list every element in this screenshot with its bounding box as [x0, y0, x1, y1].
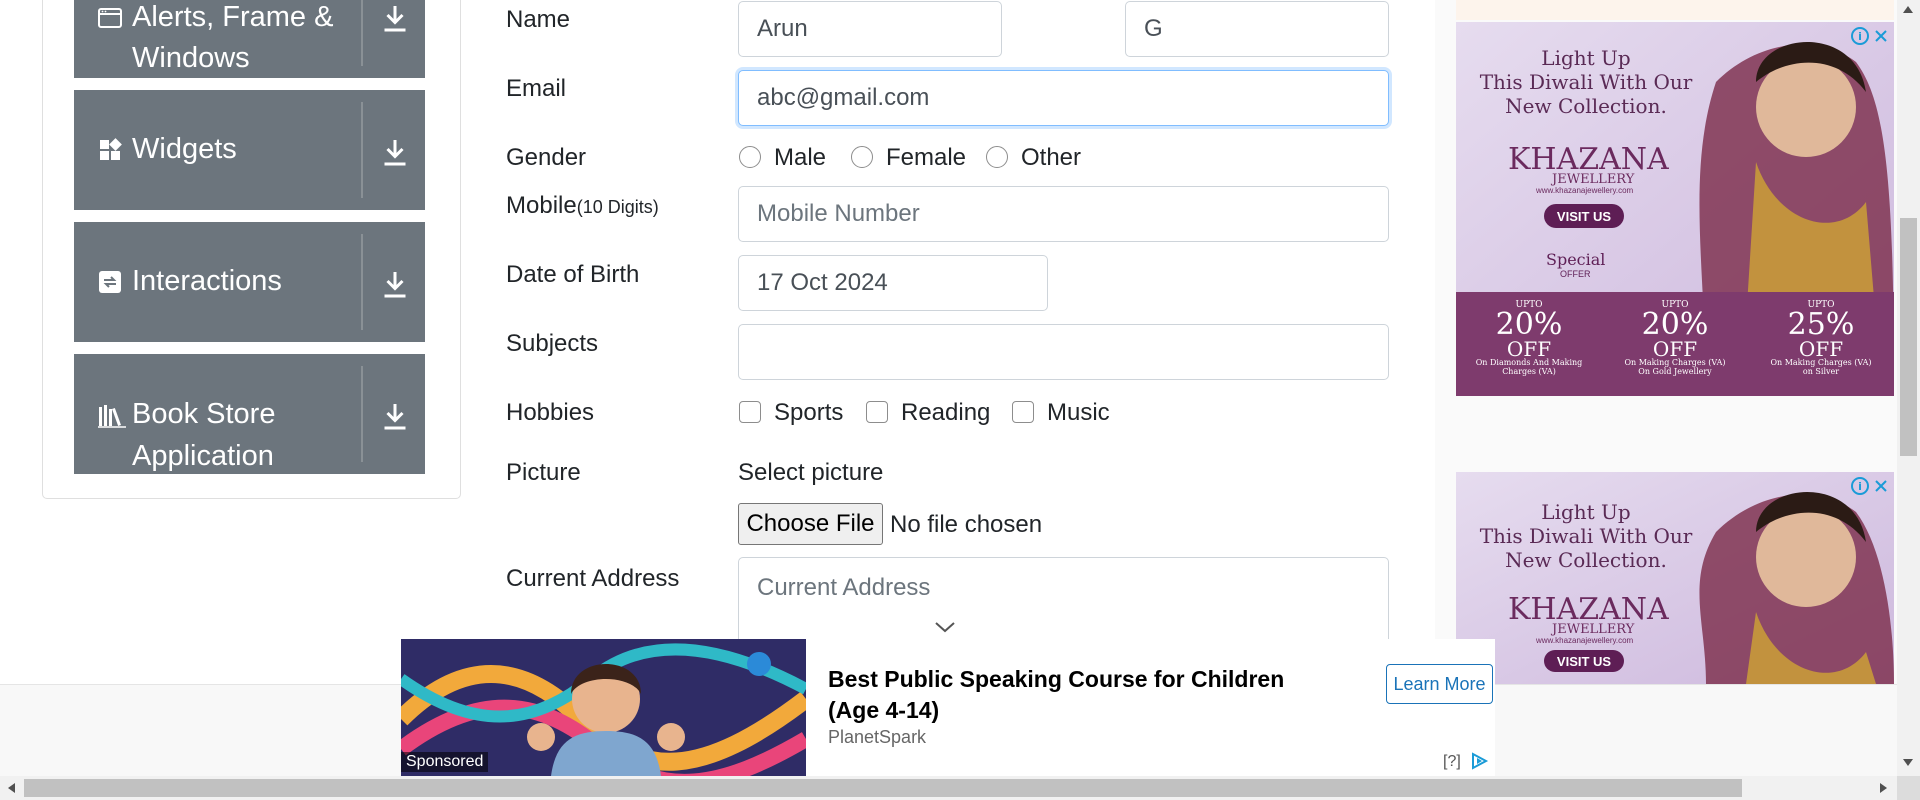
window-icon	[98, 8, 122, 28]
interactions-icon	[99, 271, 121, 293]
divider	[361, 366, 363, 462]
ad-advertiser[interactable]: PlanetSpark	[828, 727, 926, 748]
widgets-icon	[100, 138, 122, 160]
adchoices-icon[interactable]: i	[1850, 26, 1890, 46]
address-label: Current Address	[506, 565, 680, 592]
hobby-sports-checkbox[interactable]	[739, 401, 761, 423]
sidebar-group-label: Interactions	[132, 265, 282, 297]
ad-help-link[interactable]: [?]	[1443, 753, 1461, 771]
ad-line: Light Up	[1541, 500, 1631, 524]
scrollbar-corner	[1897, 776, 1920, 800]
subjects-label: Subjects	[506, 330, 599, 357]
khazana-ad-2[interactable]: Light Up This Diwali With Our New Collec…	[1456, 472, 1894, 684]
svg-text:i: i	[1858, 480, 1862, 493]
sidebar-group-book-store[interactable]: Book Store Application	[74, 354, 425, 474]
visit-us-button[interactable]: VISIT US	[1544, 204, 1624, 228]
mobile-label: Mobile(10 Digits)	[506, 192, 659, 220]
gender-female-label[interactable]: Female	[886, 144, 966, 172]
subjects-input[interactable]	[738, 324, 1389, 380]
no-file-text: No file chosen	[890, 511, 1043, 538]
divider	[361, 0, 363, 66]
vertical-scroll-thumb[interactable]	[1900, 218, 1917, 456]
books-icon	[98, 405, 126, 428]
dob-label: Date of Birth	[506, 261, 640, 288]
ad-offer: UPTO 25% OFF On Making Charges (VA) on S…	[1770, 300, 1872, 376]
khazana-ad[interactable]: Light Up This Diwali With Our New Collec…	[1456, 22, 1894, 396]
gender-male-label[interactable]: Male	[774, 144, 826, 172]
gender-label: Gender	[506, 144, 587, 171]
sidebar-group-label: Book Store	[132, 398, 276, 430]
ad-line: New Collection.	[1505, 548, 1667, 572]
gender-female-radio[interactable]	[851, 146, 873, 168]
scroll-right-icon[interactable]	[1879, 782, 1889, 794]
sidebar-group-interactions[interactable]: Interactions	[74, 222, 425, 342]
scroll-down-icon[interactable]	[1902, 758, 1914, 768]
name-label: Name	[506, 6, 571, 33]
ad-line: Light Up	[1541, 46, 1631, 70]
sidebar-group-label-line2: Windows	[132, 42, 250, 74]
download-icon[interactable]	[377, 0, 413, 36]
sponsored-label: Sponsored	[401, 752, 489, 772]
ad-line: This Diwali With Our	[1479, 70, 1693, 94]
sidebar-group-alerts[interactable]: Alerts, Frame & Windows	[74, 0, 425, 78]
divider	[361, 234, 363, 330]
scroll-left-icon[interactable]	[6, 782, 16, 794]
dob-input[interactable]: 17 Oct 2024	[738, 255, 1048, 311]
ad-offer: UPTO 20% OFF On Diamonds And Making Char…	[1475, 300, 1583, 376]
ad-special: Special	[1546, 250, 1606, 269]
mobile-hint: (10 Digits)	[576, 197, 659, 217]
hobby-sports-label[interactable]: Sports	[774, 399, 843, 427]
choose-file-button[interactable]: Choose File	[738, 503, 883, 545]
ad-title[interactable]: Best Public Speaking Course for Children…	[828, 664, 1308, 726]
scroll-up-icon[interactable]	[1902, 4, 1914, 14]
learn-more-button[interactable]: Learn More	[1386, 664, 1493, 704]
picture-hint: Select picture	[738, 459, 884, 486]
ad-brand-sub: JEWELLERY	[1552, 622, 1635, 637]
ad-strip	[1456, 0, 1894, 20]
hobby-music-checkbox[interactable]	[1012, 401, 1034, 423]
gender-other-label[interactable]: Other	[1021, 144, 1081, 172]
sidebar-group-widgets[interactable]: Widgets	[74, 90, 425, 210]
download-icon[interactable]	[377, 134, 413, 170]
sidebar-group-label: Alerts, Frame &	[132, 1, 334, 33]
picture-label: Picture	[506, 459, 581, 486]
mobile-input[interactable]: Mobile Number	[738, 186, 1389, 242]
download-icon[interactable]	[377, 398, 413, 434]
ad-line: New Collection.	[1505, 94, 1667, 118]
gender-male-radio[interactable]	[739, 146, 761, 168]
adchoices-icon[interactable]	[1470, 752, 1490, 770]
ad-site: www.khazanajewellery.com	[1536, 636, 1634, 645]
hobby-music-label[interactable]: Music	[1047, 399, 1110, 427]
ad-offers: UPTO 20% OFF On Diamonds And Making Char…	[1456, 300, 1894, 376]
adchoices-icon[interactable]: i	[1850, 476, 1890, 496]
divider	[361, 102, 363, 198]
email-input[interactable]: abc@gmail.com	[738, 70, 1389, 126]
last-name-input[interactable]: G	[1125, 1, 1389, 57]
hobbies-label: Hobbies	[506, 399, 595, 426]
mobile-label-text: Mobile	[506, 192, 577, 219]
ad-site: www.khazanajewellery.com	[1536, 186, 1634, 195]
ad-line: This Diwali With Our	[1479, 524, 1693, 548]
sidebar-group-label-line2: Application	[132, 440, 274, 472]
email-label: Email	[506, 75, 567, 102]
horizontal-scroll-thumb[interactable]	[24, 779, 1742, 797]
ad-special-sub: OFFER	[1560, 269, 1591, 279]
visit-us-button[interactable]: VISIT US	[1544, 650, 1624, 672]
hobby-reading-checkbox[interactable]	[866, 401, 888, 423]
hobby-reading-label[interactable]: Reading	[901, 399, 990, 427]
first-name-input[interactable]: Arun	[738, 1, 1002, 57]
chevron-down-icon	[935, 622, 955, 633]
download-icon[interactable]	[377, 266, 413, 302]
gender-other-radio[interactable]	[986, 146, 1008, 168]
ad-offer: UPTO 20% OFF On Making Charges (VA) On G…	[1624, 300, 1726, 376]
svg-text:i: i	[1858, 30, 1862, 43]
ad-brand-sub: JEWELLERY	[1552, 172, 1635, 187]
sidebar-group-label: Widgets	[132, 133, 237, 165]
